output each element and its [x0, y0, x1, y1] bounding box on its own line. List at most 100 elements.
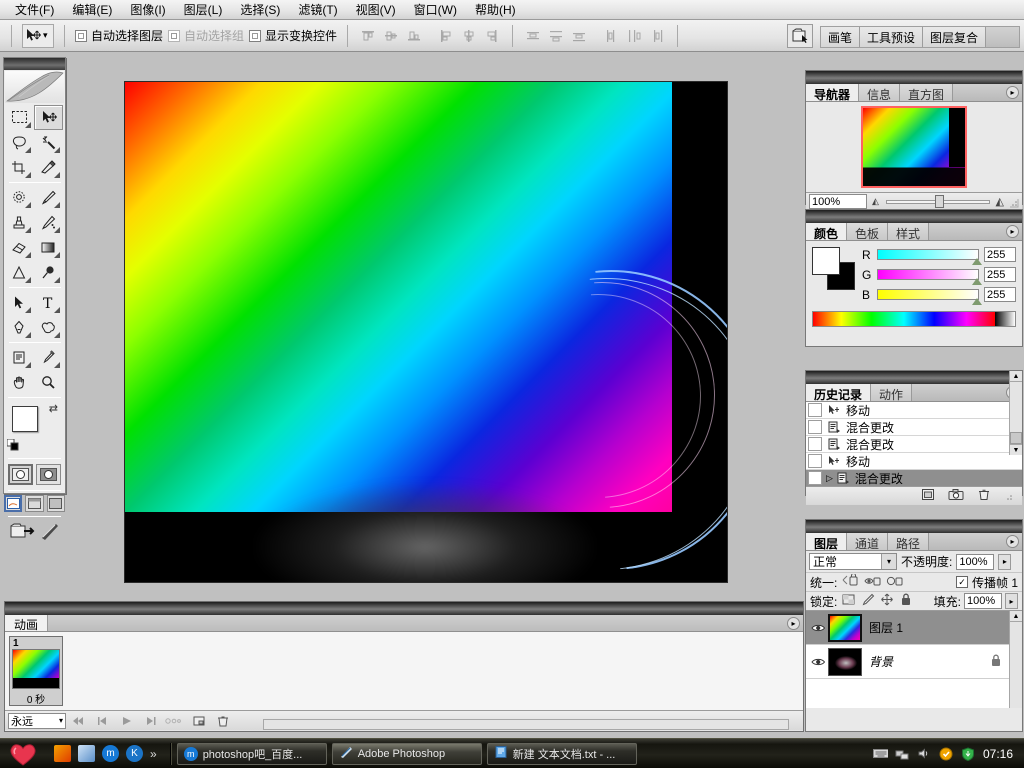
red-slider-thumb[interactable] — [972, 258, 982, 265]
history-row[interactable]: 混合更改 — [806, 436, 1022, 453]
auto-select-layer-box[interactable] — [75, 29, 87, 42]
zoom-slider-knob[interactable] — [935, 195, 945, 208]
align-top-edges-icon[interactable] — [358, 26, 378, 46]
duplicate-frame-button[interactable] — [188, 713, 210, 729]
zoom-out-icon[interactable]: ◭ — [872, 196, 879, 207]
propagate-frame-checkbox-box[interactable]: ✓ — [955, 576, 968, 588]
full-screen-menubar-mode-button[interactable] — [25, 495, 44, 512]
history-snapshot-checkbox[interactable] — [808, 454, 822, 468]
scroll-down-icon[interactable]: ▼ — [1010, 444, 1022, 455]
slice-tool[interactable] — [34, 155, 63, 180]
layers-panel-menu-icon[interactable]: ▸ — [1006, 535, 1019, 548]
history-row[interactable]: 移动 — [806, 402, 1022, 419]
distribute-right-edges-icon[interactable] — [647, 26, 667, 46]
scroll-up-icon[interactable]: ▲ — [1010, 611, 1022, 622]
history-row[interactable]: 混合更改 — [806, 419, 1022, 436]
animation-panel-menu-icon[interactable]: ▸ — [787, 617, 800, 630]
history-titlebar[interactable] — [806, 371, 1022, 384]
imageready-icon[interactable] — [40, 522, 60, 545]
new-document-icon[interactable] — [921, 488, 935, 504]
show-transform-controls-checkbox[interactable]: 显示变换控件 — [249, 27, 337, 44]
taskbar-clock[interactable]: 07:16 — [983, 747, 1017, 761]
navigator-preview-area[interactable] — [806, 102, 1022, 192]
quick-mask-mode-button[interactable] — [36, 464, 61, 485]
network-icon[interactable] — [895, 746, 910, 761]
opacity-stepper[interactable]: ▸ — [998, 553, 1012, 570]
chevron-down-icon[interactable]: ▾ — [59, 716, 63, 725]
layer-name[interactable]: 图层 1 — [869, 619, 903, 636]
editor-icon[interactable] — [78, 745, 95, 762]
eye-icon[interactable] — [808, 656, 828, 668]
zoom-level-input[interactable]: 100% — [809, 194, 867, 209]
animation-frame-1[interactable]: 1 0 秒 — [9, 636, 63, 706]
well-tab-layer-comps[interactable]: 图层复合 — [923, 27, 987, 47]
navigator-resize-grip[interactable] — [1009, 197, 1019, 207]
green-slider-thumb[interactable] — [972, 278, 982, 285]
menu-item-file[interactable]: 文件(F) — [6, 0, 63, 21]
menu-item-window[interactable]: 窗口(W) — [405, 0, 466, 21]
tween-frames-button[interactable] — [164, 713, 186, 729]
type-tool[interactable]: T — [34, 290, 63, 315]
navigator-panel-menu-icon[interactable]: ▸ — [1006, 86, 1019, 99]
shield-icon[interactable] — [939, 746, 954, 761]
zoom-in-icon[interactable]: ◭ — [996, 195, 1004, 208]
eyedropper-tool[interactable] — [34, 345, 63, 370]
hand-tool[interactable] — [5, 370, 34, 395]
distribute-left-edges-icon[interactable] — [601, 26, 621, 46]
eye-icon[interactable] — [808, 622, 828, 634]
quick-launch-overflow-icon[interactable]: » — [150, 747, 157, 761]
foreground-color-swatch[interactable] — [12, 406, 38, 432]
tab-actions[interactable]: 动作 — [871, 384, 913, 402]
red-slider-track[interactable] — [877, 249, 982, 265]
taskbar-item-photoshop[interactable]: Adobe Photoshop — [331, 742, 482, 765]
move-tool[interactable] — [34, 105, 63, 130]
color-panel-foreground-swatch[interactable] — [812, 247, 840, 275]
layer-thumbnail[interactable] — [828, 613, 862, 642]
tool-preset-caret[interactable]: ▾ — [43, 30, 48, 41]
opacity-input[interactable]: 100% — [956, 553, 995, 570]
distribute-bottom-edges-icon[interactable] — [569, 26, 589, 46]
layers-scrollbar[interactable]: ▲ — [1009, 611, 1022, 708]
propagate-frame-checkbox[interactable]: ✓ 传播帧 1 — [955, 574, 1018, 591]
menu-item-edit[interactable]: 编辑(E) — [63, 0, 121, 21]
distribute-vertical-centers-icon[interactable] — [546, 26, 566, 46]
layer-thumbnail[interactable] — [828, 647, 862, 676]
pen-tool[interactable] — [5, 315, 34, 340]
lasso-tool[interactable] — [5, 130, 34, 155]
layer-name[interactable]: 背景 — [869, 653, 893, 670]
animation-panel-titlebar[interactable] — [5, 602, 803, 615]
toolbox-titlebar[interactable] — [4, 58, 65, 70]
full-screen-mode-button[interactable] — [46, 495, 66, 512]
blue-slider-thumb[interactable] — [972, 298, 982, 305]
history-snapshot-checkbox[interactable] — [808, 471, 822, 485]
align-right-edges-icon[interactable] — [482, 26, 502, 46]
unify-style-icon[interactable] — [886, 574, 903, 591]
default-colors-icon[interactable] — [6, 438, 20, 452]
distribute-top-edges-icon[interactable] — [523, 26, 543, 46]
auto-select-layer-checkbox[interactable]: 自动选择图层 — [75, 27, 163, 44]
history-brush-tool[interactable] — [34, 210, 63, 235]
menu-item-view[interactable]: 视图(V) — [347, 0, 405, 21]
select-next-frame-button[interactable] — [140, 713, 162, 729]
loop-options-select[interactable]: 永远 ▾ — [8, 712, 66, 729]
tab-color[interactable]: 颜色 — [806, 223, 848, 241]
blue-value-input[interactable]: 255 — [984, 287, 1016, 302]
kingsoft-icon[interactable]: K — [126, 745, 143, 762]
align-vertical-centers-icon[interactable] — [381, 26, 401, 46]
unify-position-icon[interactable] — [842, 572, 859, 591]
dodge-tool[interactable] — [34, 260, 63, 285]
color-titlebar[interactable] — [806, 210, 1022, 223]
maxthon-icon[interactable]: m — [102, 745, 119, 762]
align-bottom-edges-icon[interactable] — [404, 26, 424, 46]
zoom-tool[interactable] — [34, 370, 63, 395]
tab-styles[interactable]: 样式 — [888, 223, 930, 241]
well-tab-tool-presets[interactable]: 工具预设 — [860, 27, 924, 47]
security-icon[interactable] — [961, 746, 976, 761]
blur-tool[interactable] — [5, 260, 34, 285]
navigator-titlebar[interactable] — [806, 71, 1022, 84]
tab-histogram[interactable]: 直方图 — [900, 84, 954, 102]
lock-transparent-pixels-icon[interactable] — [842, 593, 856, 609]
standard-screen-mode-button[interactable] — [4, 495, 23, 512]
select-previous-frame-button[interactable] — [92, 713, 114, 729]
gradient-tool[interactable] — [34, 235, 63, 260]
